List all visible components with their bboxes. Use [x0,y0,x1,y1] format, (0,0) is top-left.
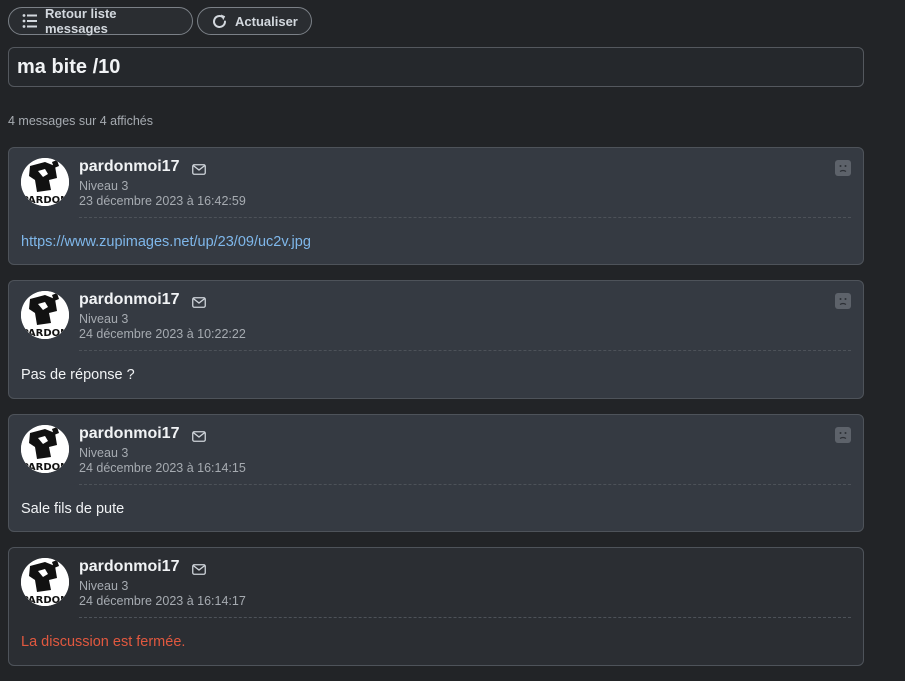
svg-text:PARDON: PARDON [21,328,68,339]
author-name[interactable]: pardonmoi17 [79,158,179,176]
author-level: Niveau 3 [79,179,129,193]
report-icon[interactable] [835,427,851,443]
message-date: 24 décembre 2023 à 10:22:22 [79,327,246,341]
message-card: PARDON pardonmoi17 Niveau 3 23 décembre … [8,147,864,265]
refresh-button-label: Actualiser [235,13,298,29]
svg-text:PARDON: PARDON [21,595,68,606]
message-divider [79,484,851,485]
page-title: ma bite /10 [17,55,121,78]
back-button-label: Retour liste messages [45,6,117,36]
message-divider [79,217,851,218]
report-icon[interactable] [835,293,851,309]
svg-text:PARDON: PARDON [21,462,68,473]
author-name[interactable]: pardonmoi17 [79,425,179,443]
avatar[interactable]: PARDON [21,291,69,339]
list-icon [22,13,38,29]
message-divider [79,350,851,351]
author-level: Niveau 3 [79,312,129,326]
message-date: 23 décembre 2023 à 16:42:59 [79,194,246,208]
refresh-icon [211,13,228,30]
mail-icon[interactable] [192,562,206,580]
svg-text:PARDON: PARDON [21,195,68,206]
author-level: Niveau 3 [79,446,129,460]
message-body: Pas de réponse ? [21,367,135,383]
message-card: PARDON pardonmoi17 Niveau 3 24 décembre … [8,414,864,532]
refresh-button[interactable]: Actualiser [197,7,312,35]
author-name[interactable]: pardonmoi17 [79,291,179,309]
mail-icon[interactable] [192,429,206,447]
avatar[interactable]: PARDON [21,558,69,606]
topic-title-box: ma bite /10 [8,47,864,87]
mail-icon[interactable] [192,162,206,180]
mail-icon[interactable] [192,295,206,313]
message-thread-page: Retour liste messages Actualiser ma bite… [0,0,905,681]
back-to-messages-button[interactable]: Retour liste messages [8,6,193,36]
message-card: PARDON pardonmoi17 Niveau 3 24 décembre … [8,280,864,399]
message-body: Sale fils de pute [21,501,125,517]
message-divider [79,617,851,618]
toolbar: Retour liste messages Actualiser [8,6,312,36]
message-date: 24 décembre 2023 à 16:14:15 [79,461,246,475]
author-level: Niveau 3 [79,579,129,593]
author-name[interactable]: pardonmoi17 [79,558,179,576]
discussion-closed-notice: La discussion est fermée. [21,634,186,650]
message-date: 24 décembre 2023 à 16:14:17 [79,594,246,608]
avatar[interactable]: PARDON [21,158,69,206]
avatar[interactable]: PARDON [21,425,69,473]
message-card: PARDON pardonmoi17 Niveau 3 24 décembre … [8,547,864,666]
message-count: 4 messages sur 4 affichés [8,114,153,128]
message-link[interactable]: https://www.zupimages.net/up/23/09/uc2v.… [21,234,311,250]
report-icon[interactable] [835,160,851,176]
